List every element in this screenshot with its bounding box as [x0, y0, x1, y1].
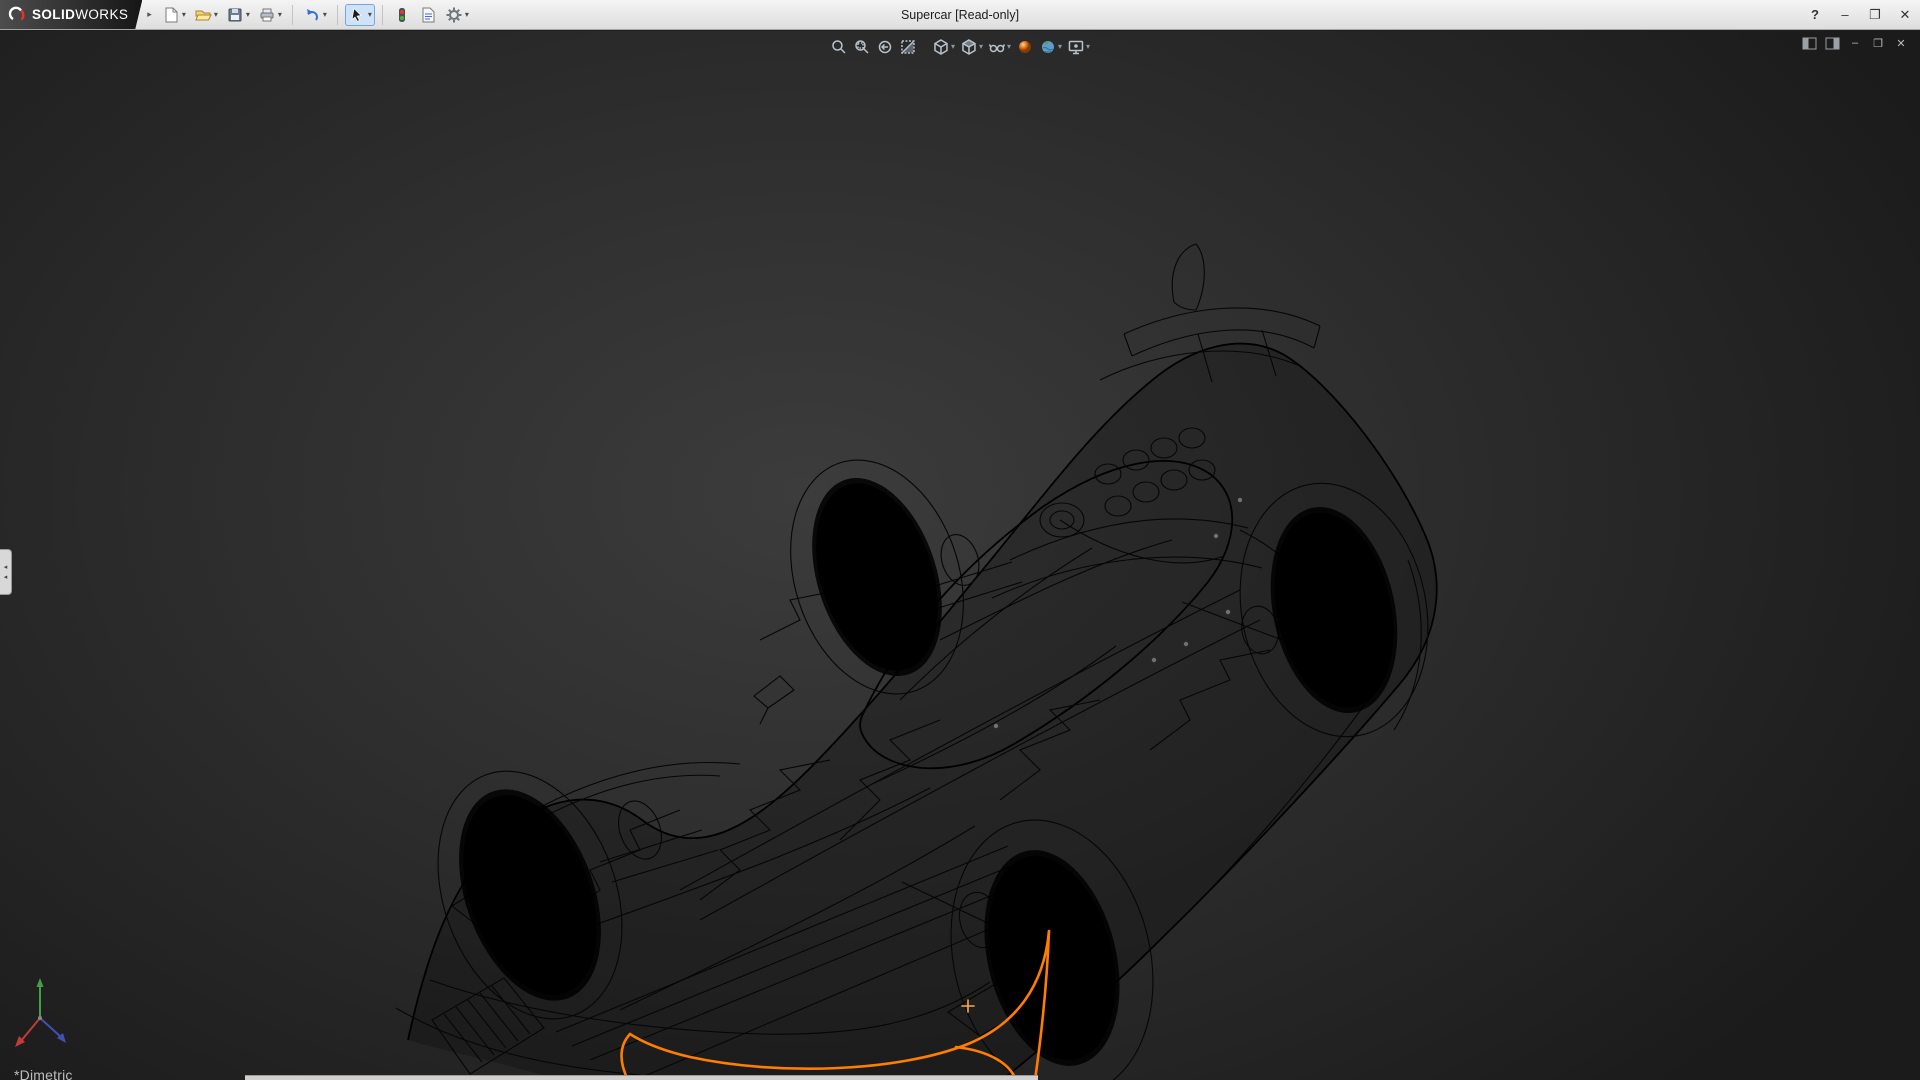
- dropdown-caret-icon[interactable]: ▾: [182, 11, 186, 19]
- dropdown-caret-icon[interactable]: ▾: [465, 11, 469, 19]
- previous-view-icon: [876, 38, 894, 56]
- 3d-scene: [0, 31, 1920, 1080]
- close-button[interactable]: ✕: [1890, 0, 1920, 29]
- document-window-controls: – ❐ ✕: [1800, 35, 1910, 51]
- apply-scene-globe-icon: [1039, 38, 1057, 56]
- help-button[interactable]: ?: [1800, 0, 1830, 29]
- previous-view-button[interactable]: [874, 36, 896, 58]
- car-wireframe[interactable]: [396, 244, 1451, 1080]
- zoom-to-fit-icon: [830, 38, 848, 56]
- menu-flyout-arrow-icon[interactable]: ▸: [147, 9, 152, 20]
- rebuild-traffic-light-icon: [393, 6, 411, 24]
- view-settings-icon: [1067, 38, 1085, 56]
- dropdown-caret-icon[interactable]: ▾: [979, 43, 983, 51]
- dropdown-caret-icon[interactable]: ▾: [246, 11, 250, 19]
- graphics-viewport[interactable]: ▾ ▾ ▾: [0, 31, 1920, 1080]
- document-restore-button[interactable]: ❐: [1869, 35, 1887, 51]
- print-button[interactable]: ▾: [255, 4, 285, 26]
- print-icon: [258, 6, 276, 24]
- dropdown-caret-icon[interactable]: ▾: [368, 11, 372, 19]
- restore-button[interactable]: ❐: [1860, 0, 1890, 29]
- solidworks-logo: SOLIDWORKS: [0, 0, 142, 29]
- section-view-icon: [899, 38, 917, 56]
- main-toolbar: ▾ ▾ ▾: [159, 4, 472, 26]
- zoom-to-fit-button[interactable]: [828, 36, 850, 58]
- collapse-pane-right-button[interactable]: [1823, 35, 1841, 51]
- rebuild-button[interactable]: [390, 4, 414, 26]
- undo-button[interactable]: ▾: [300, 4, 330, 26]
- open-button[interactable]: ▾: [191, 4, 221, 26]
- orientation-label: *Dimetric: [14, 1067, 73, 1080]
- pane-left-icon: [1802, 37, 1817, 50]
- taskbar-sliver: [245, 1075, 1038, 1080]
- dropdown-caret-icon[interactable]: ▾: [1007, 43, 1011, 51]
- save-button[interactable]: ▾: [223, 4, 253, 26]
- collapse-pane-left-button[interactable]: [1800, 35, 1818, 51]
- collapse-arrow-icon: ◂: [4, 563, 8, 571]
- dropdown-caret-icon[interactable]: ▾: [951, 43, 955, 51]
- minimize-button[interactable]: –: [1830, 0, 1860, 29]
- collapse-arrow-icon: ◂: [4, 573, 8, 581]
- window-controls: ? – ❐ ✕: [1800, 0, 1920, 29]
- edit-appearance-button[interactable]: [1014, 36, 1036, 58]
- dropdown-caret-icon[interactable]: ▾: [1058, 43, 1062, 51]
- dropdown-caret-icon[interactable]: ▾: [1086, 43, 1090, 51]
- heads-up-view-toolbar: ▾ ▾ ▾: [828, 36, 1092, 58]
- file-properties-icon: [419, 6, 437, 24]
- view-orientation-cube-icon: [932, 38, 950, 56]
- zoom-to-area-button[interactable]: [851, 36, 873, 58]
- view-orientation-button[interactable]: ▾: [930, 36, 957, 58]
- save-icon: [226, 6, 244, 24]
- pane-right-icon: [1825, 37, 1840, 50]
- orientation-triad[interactable]: [15, 978, 66, 1047]
- apply-scene-button[interactable]: ▾: [1037, 36, 1064, 58]
- document-minimize-button[interactable]: –: [1846, 35, 1864, 51]
- options-gear-icon: [445, 6, 463, 24]
- view-settings-button[interactable]: ▾: [1065, 36, 1092, 58]
- hide-show-items-glasses-icon: [988, 38, 1006, 56]
- display-style-button[interactable]: ▾: [958, 36, 985, 58]
- toolbar-separator: [382, 5, 383, 25]
- dropdown-caret-icon[interactable]: ▾: [278, 11, 282, 19]
- display-style-icon: [960, 38, 978, 56]
- new-document-icon: [162, 6, 180, 24]
- undo-icon: [303, 6, 321, 24]
- select-cursor-icon: [348, 6, 366, 24]
- section-view-button[interactable]: [897, 36, 919, 58]
- titlebar: SOLIDWORKS ▸ ▾ ▾: [0, 0, 1920, 30]
- dropdown-caret-icon[interactable]: ▾: [214, 11, 218, 19]
- document-close-button[interactable]: ✕: [1892, 35, 1910, 51]
- featuremanager-flyout-tab[interactable]: ◂ ◂: [0, 549, 12, 595]
- toolbar-separator: [337, 5, 338, 25]
- new-document-button[interactable]: ▾: [159, 4, 189, 26]
- zoom-to-area-icon: [853, 38, 871, 56]
- options-button[interactable]: ▾: [442, 4, 472, 26]
- hide-show-items-button[interactable]: ▾: [986, 36, 1013, 58]
- window-title: Supercar [Read-only]: [901, 0, 1019, 30]
- edit-appearance-sphere-icon: [1016, 38, 1034, 56]
- dassault-systemes-logo-icon: [8, 6, 26, 24]
- select-button[interactable]: ▾: [345, 4, 375, 26]
- dropdown-caret-icon[interactable]: ▾: [323, 11, 327, 19]
- app-root: SOLIDWORKS ▸ ▾ ▾: [0, 0, 1920, 1080]
- open-folder-icon: [194, 6, 212, 24]
- brand-text: SOLIDWORKS: [32, 7, 128, 22]
- file-properties-button[interactable]: [416, 4, 440, 26]
- toolbar-separator: [292, 5, 293, 25]
